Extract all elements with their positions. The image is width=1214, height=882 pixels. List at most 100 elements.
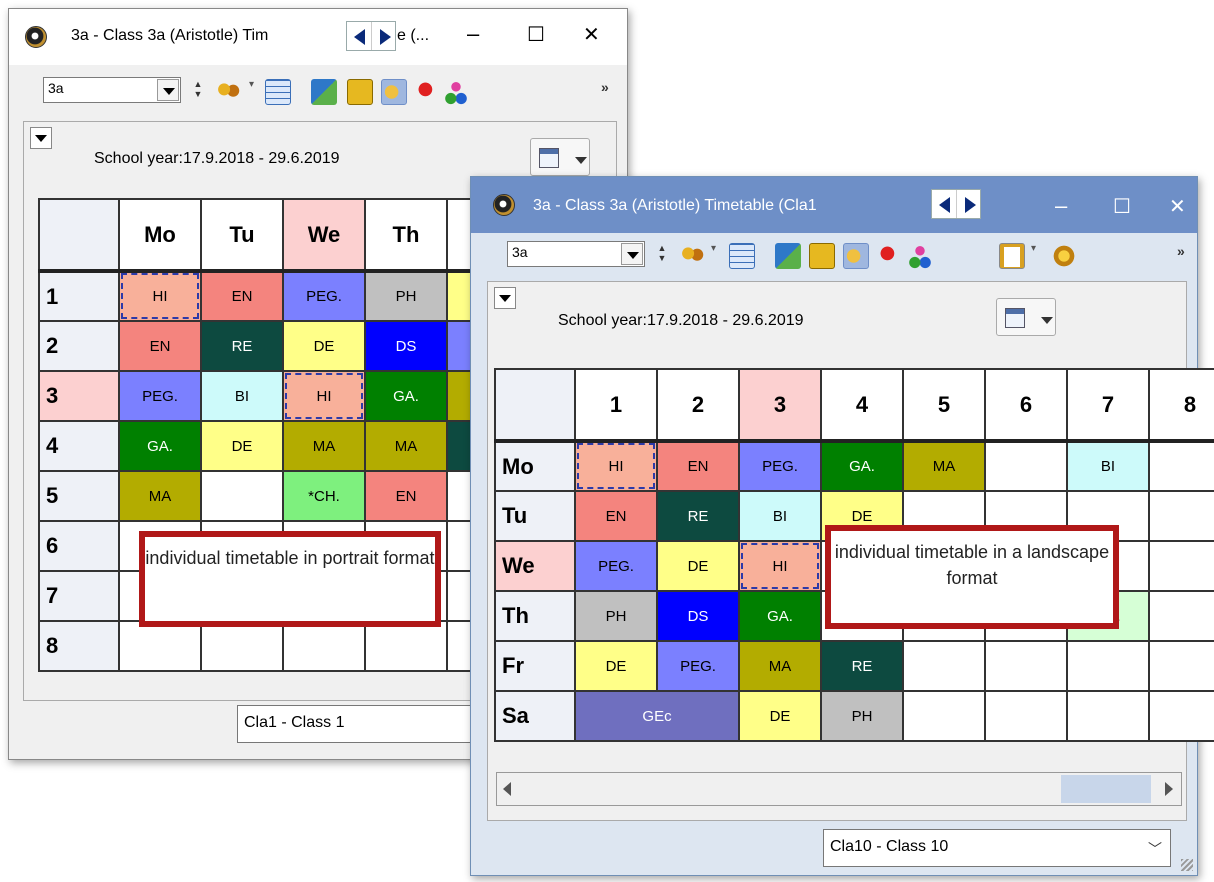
row-header[interactable]: 7 (38, 570, 120, 622)
column-header[interactable]: 6 (984, 368, 1068, 443)
lesson-cell[interactable]: HI (738, 540, 822, 592)
lesson-cell[interactable] (984, 640, 1068, 692)
column-header[interactable]: 1 (574, 368, 658, 443)
minimize-button[interactable]: – (1055, 195, 1067, 217)
lesson-cell[interactable]: MA (364, 420, 448, 472)
column-header[interactable]: 7 (1066, 368, 1150, 443)
row-header[interactable]: 6 (38, 520, 120, 572)
lesson-cell[interactable]: PH (574, 590, 658, 642)
lesson-cell[interactable]: PEG. (118, 370, 202, 422)
resize-grip[interactable] (1181, 859, 1193, 871)
grid-icon[interactable] (265, 79, 291, 105)
lesson-cell[interactable] (1148, 540, 1214, 592)
close-button[interactable]: ✕ (583, 25, 600, 45)
lesson-cell[interactable]: BI (200, 370, 284, 422)
calendar-button[interactable] (530, 138, 590, 176)
lesson-cell[interactable]: GEc (574, 690, 740, 742)
teachers-icon[interactable] (215, 79, 241, 105)
lesson-cell[interactable]: EN (200, 270, 284, 322)
relations-icon[interactable] (443, 79, 469, 105)
row-header[interactable]: Th (494, 590, 576, 642)
lesson-cell[interactable]: DE (282, 320, 366, 372)
more-chevron-icon[interactable]: » (601, 79, 609, 95)
lesson-cell[interactable]: RE (200, 320, 284, 372)
pin-icon[interactable] (877, 243, 903, 269)
lesson-cell[interactable]: PH (820, 690, 904, 742)
lesson-cell[interactable]: MA (282, 420, 366, 472)
lesson-cell[interactable]: BI (738, 490, 822, 542)
spin-icon[interactable]: ▲ ▼ (193, 79, 203, 101)
lesson-cell[interactable] (200, 620, 284, 672)
maximize-button[interactable]: ☐ (1113, 197, 1131, 217)
lesson-cell[interactable]: PH (364, 270, 448, 322)
close-button[interactable]: ✕ (1169, 197, 1186, 217)
grid-icon[interactable] (729, 243, 755, 269)
lesson-cell[interactable] (1148, 590, 1214, 642)
row-header[interactable]: 2 (38, 320, 120, 372)
lesson-cell[interactable] (282, 620, 366, 672)
scroll-left-icon[interactable] (503, 782, 511, 796)
row-header[interactable]: Sa (494, 690, 576, 742)
lesson-cell[interactable]: RE (820, 640, 904, 692)
maximize-button[interactable]: ☐ (527, 25, 545, 45)
lesson-cell[interactable]: DS (364, 320, 448, 372)
row-header[interactable]: Mo (494, 440, 576, 492)
lesson-cell[interactable]: DE (200, 420, 284, 472)
horizontal-scrollbar[interactable] (496, 772, 1182, 806)
column-header[interactable]: 2 (656, 368, 740, 443)
nav-next-icon[interactable] (957, 190, 981, 218)
chevron-down-icon[interactable]: ﹀ (1148, 839, 1162, 859)
lesson-cell[interactable] (1148, 640, 1214, 692)
lesson-cell[interactable] (984, 690, 1068, 742)
export-icon[interactable] (311, 79, 337, 105)
lesson-cell[interactable]: EN (118, 320, 202, 372)
column-header[interactable]: 8 (1148, 368, 1214, 443)
row-header[interactable]: 1 (38, 270, 120, 322)
lesson-cell[interactable]: DE (738, 690, 822, 742)
column-header[interactable]: 3 (738, 368, 822, 443)
row-header[interactable]: 8 (38, 620, 120, 672)
column-header[interactable]: Tu (200, 198, 284, 273)
chevron-down-icon[interactable] (157, 79, 179, 101)
minimize-button[interactable]: – (467, 23, 479, 45)
lesson-cell[interactable] (118, 620, 202, 672)
lesson-cell[interactable] (902, 640, 986, 692)
nav-prev-icon[interactable] (932, 190, 957, 218)
lesson-cell[interactable]: GA. (118, 420, 202, 472)
lesson-cell[interactable] (1148, 690, 1214, 742)
chevron-down-icon[interactable] (621, 243, 643, 265)
column-header[interactable]: 5 (902, 368, 986, 443)
lesson-cell[interactable]: GA. (738, 590, 822, 642)
column-header[interactable]: We (282, 198, 366, 273)
lesson-cell[interactable]: PEG. (738, 440, 822, 492)
lesson-cell[interactable]: BI (1066, 440, 1150, 492)
lesson-cell[interactable]: MA (902, 440, 986, 492)
landscape-status-field[interactable]: Cla10 - Class 10 ﹀ (823, 829, 1171, 867)
lesson-cell[interactable]: PEG. (282, 270, 366, 322)
row-header[interactable]: We (494, 540, 576, 592)
palette-icon[interactable] (843, 243, 869, 269)
document-settings-icon[interactable] (999, 243, 1025, 269)
column-header[interactable]: Th (364, 198, 448, 273)
header-menu-icon[interactable] (494, 287, 516, 309)
lesson-cell[interactable] (1148, 440, 1214, 492)
spin-icon[interactable]: ▲ ▼ (657, 243, 667, 265)
landscape-titlebar[interactable]: 3a - Class 3a (Aristotle) Timetable (Cla… (471, 177, 1197, 233)
nav-next-icon[interactable] (372, 22, 396, 50)
gear-icon[interactable] (1051, 243, 1077, 269)
class-selector[interactable]: 3a (507, 241, 645, 267)
lesson-cell[interactable]: DE (656, 540, 740, 592)
portrait-titlebar[interactable]: 3a - Class 3a (Aristotle) Tim e (... – ☐… (9, 9, 627, 65)
portrait-status-field[interactable]: Cla1 - Class 1 (237, 705, 477, 743)
row-header[interactable]: 5 (38, 470, 120, 522)
lesson-cell[interactable]: MA (738, 640, 822, 692)
lesson-cell[interactable]: DE (574, 640, 658, 692)
lesson-cell[interactable]: EN (574, 490, 658, 542)
portrait-nav-arrows[interactable] (346, 21, 396, 51)
calendar-button[interactable] (996, 298, 1056, 336)
lesson-cell[interactable]: PEG. (574, 540, 658, 592)
lesson-cell[interactable]: MA (118, 470, 202, 522)
row-header[interactable]: 3 (38, 370, 120, 422)
lesson-cell[interactable]: DS (656, 590, 740, 642)
row-header[interactable]: 4 (38, 420, 120, 472)
